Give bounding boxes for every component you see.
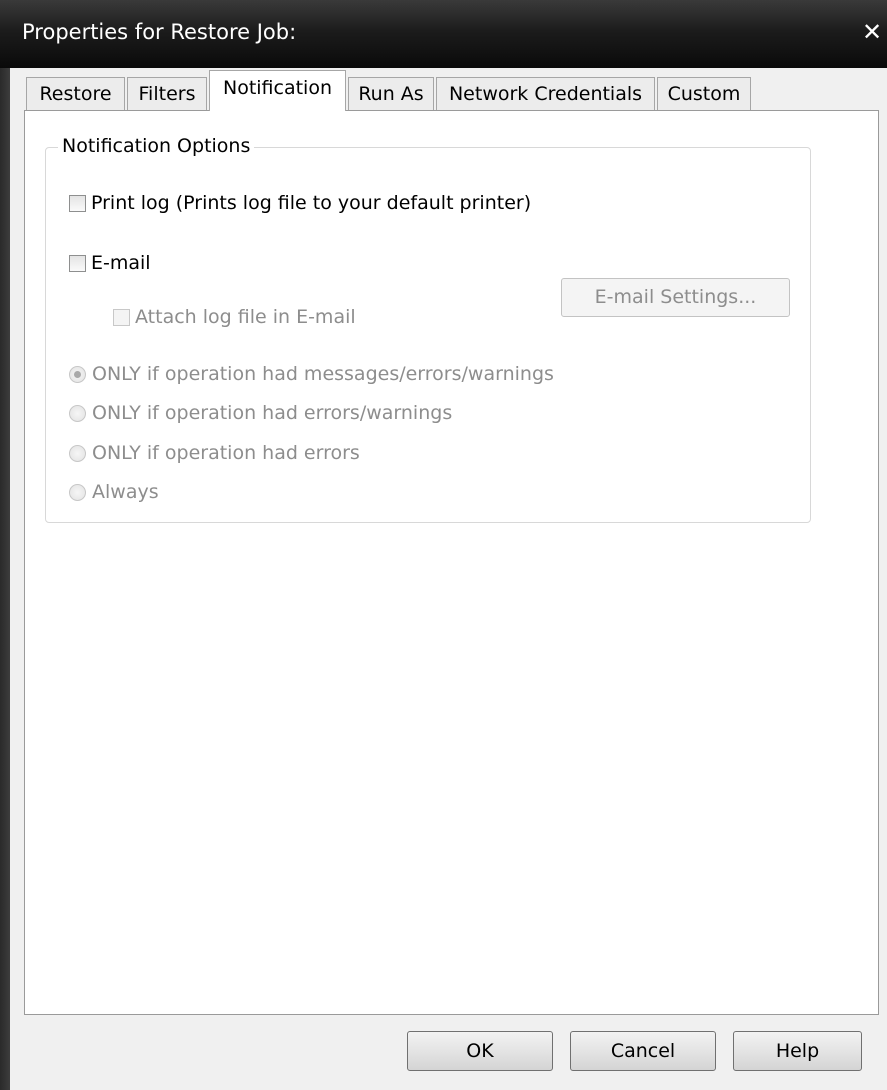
radio-button[interactable] [69,483,86,501]
radio-button[interactable] [69,404,86,422]
attach-log-checkbox[interactable] [113,308,130,326]
print-log-label[interactable]: Print log (Prints log file to your defau… [91,192,531,214]
tab-custom[interactable]: Custom [657,77,751,111]
tab-run-as[interactable]: Run As [348,77,434,111]
email-row: E-mail [69,252,151,274]
attach-log-label[interactable]: Attach log file in E-mail [135,306,356,328]
properties-dialog: Properties for Restore Job: ✕ Restore Fi… [0,0,887,1090]
help-button[interactable]: Help [733,1031,862,1071]
email-label[interactable]: E-mail [91,252,151,274]
radio-button[interactable] [69,444,86,462]
radio-label[interactable]: ONLY if operation had errors/warnings [92,402,452,424]
title-bar: Properties for Restore Job: ✕ [0,0,887,68]
notification-options-group: Notification Options Print log (Prints l… [45,135,811,523]
print-log-row: Print log (Prints log file to your defau… [69,192,531,214]
radio-row: ONLY if operation had errors/warnings [69,402,452,424]
cancel-button[interactable]: Cancel [570,1031,716,1071]
radio-button[interactable] [69,365,86,383]
print-log-checkbox[interactable] [69,194,86,212]
radio-label[interactable]: ONLY if operation had errors [92,442,360,464]
radio-row: Always [69,481,159,503]
window-frame [0,68,10,1090]
close-icon[interactable]: ✕ [859,18,885,46]
radio-row: ONLY if operation had messages/errors/wa… [69,363,554,385]
window-title: Properties for Restore Job: [22,20,297,44]
attach-log-row: Attach log file in E-mail [113,306,356,328]
tab-network-credentials[interactable]: Network Credentials [436,77,655,111]
radio-row: ONLY if operation had errors [69,442,360,464]
ok-button[interactable]: OK [407,1031,553,1071]
radio-label[interactable]: ONLY if operation had messages/errors/wa… [92,363,554,385]
email-checkbox[interactable] [69,254,86,272]
tab-panel-notification: Notification Options Print log (Prints l… [24,110,879,1015]
tab-notification[interactable]: Notification [209,70,346,111]
group-label: Notification Options [58,135,255,157]
email-settings-button[interactable]: E-mail Settings... [561,278,790,317]
tab-filters[interactable]: Filters [127,77,207,111]
radio-label[interactable]: Always [92,481,159,503]
tab-restore[interactable]: Restore [26,77,125,111]
